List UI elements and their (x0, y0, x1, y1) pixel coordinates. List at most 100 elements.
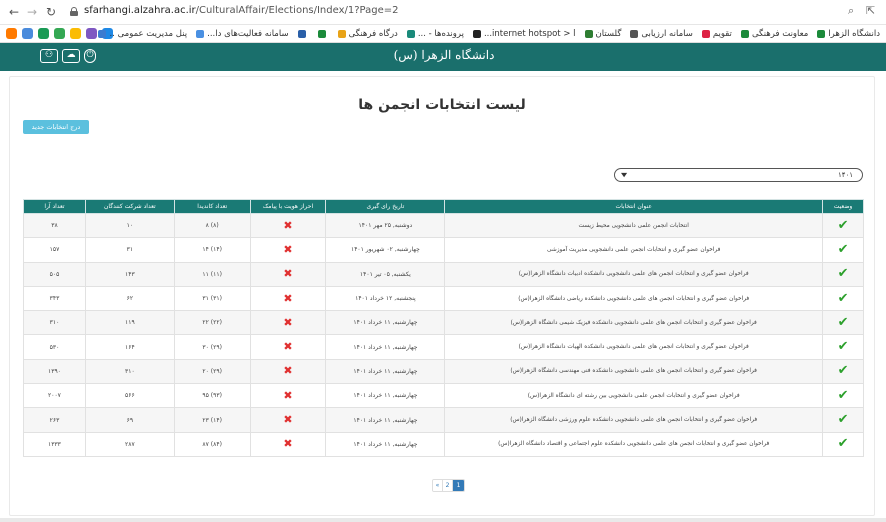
bookmark-item[interactable]: پنل مدیریت عمومی .. (98, 27, 187, 41)
pagination-prev-button[interactable]: « (433, 480, 443, 491)
bookmark-item[interactable]: معاونت فرهنگی (740, 27, 808, 41)
column-header[interactable]: تعداد کاندیدا (173, 199, 251, 214)
check-icon: ✔ (837, 412, 849, 428)
users-icon[interactable]: ⚇ (40, 49, 58, 63)
bookmark-item[interactable]: internet hotspot > l... (472, 27, 576, 41)
sms-auth-cell: ✖ (249, 237, 327, 263)
bookmark-label: تقویم (712, 29, 732, 39)
year-select[interactable]: ۱۴۰۱ ▼ (614, 168, 863, 182)
candidates-count-cell: (۱۴) ۲۳ (173, 407, 251, 433)
main-panel: لیست انتخابات انجمن ها درج انتخابات جدید… (9, 76, 875, 516)
reload-icon[interactable]: ↻ (43, 4, 59, 20)
cross-icon: ✖ (283, 340, 293, 354)
bookmark-favicon-icon (337, 30, 346, 38)
votes-count-cell: ۳۴۳ (23, 285, 86, 312)
cloud-icon[interactable]: ☁ (62, 49, 80, 63)
cross-icon: ✖ (283, 413, 293, 427)
sms-auth-cell: ✖ (249, 407, 327, 433)
election-title-cell[interactable]: فراخوان عضو گیری و انتخابات انجمن علمی د… (444, 383, 824, 409)
vote-date-cell: چهارشنبه, ۰۲ شهریور ۱۴۰۱ (325, 237, 446, 263)
check-icon: ✔ (837, 266, 849, 282)
address-bar[interactable]: sfarhangi.alzahra.ac.ir/CulturalAffair/E… (84, 5, 399, 16)
check-icon: ✔ (837, 339, 849, 355)
column-header[interactable]: تاریخ رای گیری (325, 199, 446, 214)
status-cell: ✔ (822, 237, 864, 263)
votes-count-cell: ۳۸ (23, 212, 86, 239)
vote-date-cell: چهارشنبه, ۱۱ خرداد ۱۴۰۱ (325, 383, 446, 409)
election-title-cell[interactable]: فراخوان عضو گیری و انتخابات انجمن های عل… (444, 285, 824, 312)
status-cell: ✔ (822, 334, 864, 360)
column-header[interactable]: وضعیت (822, 199, 864, 214)
bookmark-label: گلستان (595, 29, 622, 39)
share-icon[interactable]: ⇱ (866, 4, 875, 17)
vote-date-cell: دوشنبه, ۲۵ مهر ۱۴۰۱ (325, 212, 446, 239)
power-icon[interactable]: ⏻ (84, 49, 96, 63)
extension-icon[interactable] (22, 28, 33, 39)
extension-icon[interactable] (6, 28, 17, 39)
check-icon: ✔ (837, 314, 849, 330)
column-header[interactable]: تعداد شرکت کنندگان (84, 199, 175, 214)
candidates-count-cell: (۲۹) ۲۰ (173, 358, 251, 385)
election-title-cell[interactable]: فراخوان عضو گیری و انتخابات انجمن های عل… (444, 261, 824, 287)
pagination-page-button[interactable]: 2 (443, 480, 453, 491)
browser-toolbar: ← → ↻ sfarhangi.alzahra.ac.ir/CulturalAf… (0, 0, 886, 25)
election-title-cell[interactable]: فراخوان عضو گیری و انتخابات انجمن های عل… (444, 334, 824, 360)
participants-count-cell: ۶۹ (84, 407, 175, 433)
cross-icon: ✖ (283, 437, 293, 451)
table-row[interactable]: ✔ انتخابات انجمن علمی دانشجویی محیط زیست د… (23, 212, 864, 239)
election-title-cell[interactable]: فراخوان عضو گیری و انتخابات انجمن های عل… (444, 358, 824, 385)
column-header[interactable]: عنوان انتخابات (444, 199, 824, 214)
bookmark-item[interactable]: تقویم (701, 27, 732, 41)
bookmark-favicon-icon (630, 30, 639, 38)
bookmark-item[interactable]: سامانه ارزیابی (630, 27, 693, 41)
election-title-cell[interactable]: فراخوان عضو گیری و انتخابات انجمن علمی د… (444, 237, 824, 263)
table-row[interactable]: ✔ فراخوان عضو گیری و انتخابات انجمن های ع… (23, 358, 864, 385)
forward-icon[interactable]: → (24, 4, 40, 20)
participants-count-cell: ۳۱۰ (84, 358, 175, 385)
table-row[interactable]: ✔ فراخوان عضو گیری و انتخابات انجمن های ع… (23, 431, 864, 457)
bookmark-label: internet hotspot > l... (483, 29, 576, 39)
election-title-cell[interactable]: فراخوان عضو گیری و انتخابات انجمن های عل… (444, 431, 824, 457)
status-cell: ✔ (822, 383, 864, 409)
column-header[interactable]: احراز هویت با پیامک (249, 199, 327, 214)
election-title-cell[interactable]: انتخابات انجمن علمی دانشجویی محیط زیست (444, 212, 824, 239)
table-row[interactable]: ✔ فراخوان عضو گیری و انتخابات انجمن های ع… (23, 285, 864, 312)
table-row[interactable]: ✔ فراخوان عضو گیری و انتخابات انجمن علمی … (23, 237, 864, 263)
extension-icon[interactable] (54, 28, 65, 39)
extension-icon[interactable] (38, 28, 49, 39)
extension-icon[interactable] (86, 28, 97, 39)
back-icon[interactable]: ← (6, 4, 22, 20)
table-row[interactable]: ✔ فراخوان عضو گیری و انتخابات انجمن های ع… (23, 407, 864, 433)
zoom-icon[interactable]: ⌕ (848, 4, 854, 18)
bookmark-item[interactable]: سامانه فعالیت‌های دا... (196, 27, 289, 41)
bookmark-item[interactable]: دانشگاه الزهرا (817, 27, 880, 41)
extension-icon[interactable] (70, 28, 81, 39)
status-cell: ✔ (822, 358, 864, 385)
bookmark-item[interactable]: پرونده‌ها - ... (406, 27, 464, 41)
table-row[interactable]: ✔ فراخوان عضو گیری و انتخابات انجمن های ع… (23, 334, 864, 360)
pagination-page-button[interactable]: 1 (453, 480, 464, 491)
university-logo[interactable]: دانشگاه الزهرا (س) (394, 48, 495, 62)
candidates-count-cell: (۲۹) ۳۰ (173, 334, 251, 360)
participants-count-cell: ۱۶۴ (84, 334, 175, 360)
sms-auth-cell: ✖ (249, 358, 327, 385)
sms-auth-cell: ✖ (249, 431, 327, 457)
candidates-count-cell: (۲۲) ۲۲ (173, 310, 251, 336)
bookmark-item[interactable] (297, 27, 309, 41)
table-row[interactable]: ✔ فراخوان عضو گیری و انتخابات انجمن های ع… (23, 261, 864, 287)
bookmark-label: سامانه ارزیابی (641, 29, 693, 39)
table-row[interactable]: ✔ فراخوان عضو گیری و انتخابات انجمن علمی … (23, 383, 864, 409)
bookmark-item[interactable] (317, 27, 329, 41)
election-title-cell[interactable]: فراخوان عضو گیری و انتخابات انجمن های عل… (444, 407, 824, 433)
election-title-cell[interactable]: فراخوان عضو گیری و انتخابات انجمن های عل… (444, 310, 824, 336)
bookmark-item[interactable]: درگاه فرهنگی (337, 27, 398, 41)
bookmark-item[interactable]: گلستان (584, 27, 622, 41)
cross-icon: ✖ (283, 315, 293, 329)
bookmarks-bar: پنل مدیریت عمومی .. سامانه فعالیت‌های دا.… (0, 25, 886, 43)
page-bottom-border (0, 518, 886, 522)
table-row[interactable]: ✔ فراخوان عضو گیری و انتخابات انجمن های ع… (23, 310, 864, 336)
column-header[interactable]: تعداد آرا (23, 199, 86, 214)
bookmark-label: پرونده‌ها - ... (417, 29, 464, 39)
bookmark-favicon-icon (297, 30, 306, 38)
new-election-button[interactable]: درج انتخابات جدید (23, 120, 89, 134)
